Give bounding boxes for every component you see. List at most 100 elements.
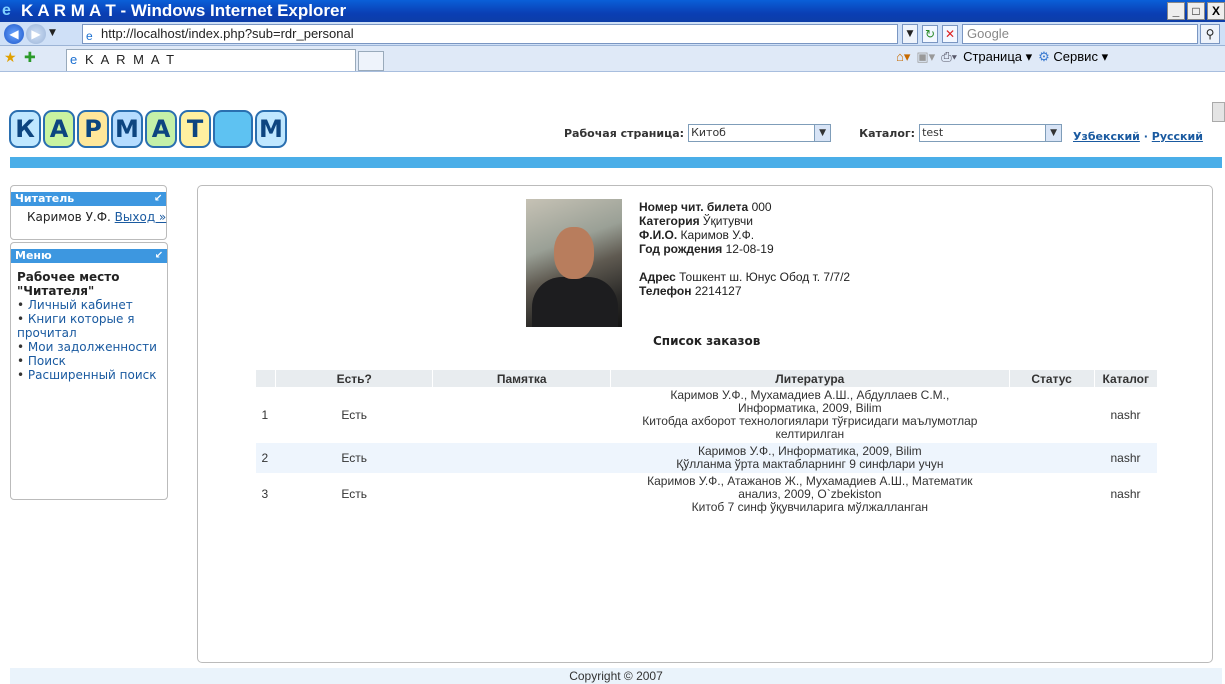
sidebar-item-label: Расширенный поиск (27, 368, 157, 382)
collapse-icon[interactable]: ↙ (154, 192, 162, 206)
cell-literature: Каримов У.Ф., Мухамадиев А.Ш., Абдуллаев… (610, 387, 1009, 443)
workplace-title-2: "Читателя" (17, 284, 95, 298)
cell-status (1009, 443, 1095, 473)
literature-line: Китоб 7 синф ўқувчиларига мўлжалланган (691, 500, 929, 514)
menu-panel-header: Меню ↙ (11, 249, 167, 263)
orders-title: Список заказов (653, 334, 761, 348)
orders-table: Есть? Памятка Литература Статус Каталог … (255, 370, 1157, 516)
menu-panel-title: Меню (15, 249, 52, 262)
collapse-icon[interactable]: ↙ (155, 249, 163, 263)
tools-menu-label: Сервис (1053, 49, 1098, 64)
cell-num: 3 (261, 487, 269, 501)
lang-separator: · (1143, 130, 1148, 143)
back-arrow-icon[interactable]: ◀ (4, 24, 24, 44)
tab-karmat[interactable]: e K A R M A T (66, 49, 356, 71)
forward-arrow-icon[interactable]: ▶ (26, 24, 46, 44)
sidebar-item-advanced-search[interactable]: • Расширенный поиск (17, 368, 167, 382)
home-icon[interactable]: ⌂▾ (896, 49, 910, 65)
photo-suit (532, 277, 618, 327)
sidebar-item-label: Мои задолженности (27, 340, 157, 354)
reader-photo (526, 199, 622, 327)
lang-uz-link[interactable]: Узбекский (1073, 130, 1140, 143)
table-row[interactable]: 2 Есть Каримов У.Ф., Информатика, 2009, … (255, 443, 1157, 473)
reader-panel: Читатель ↙ Каримов У.Ф. Выход » (10, 185, 168, 240)
work-page-select[interactable]: Китоб ▼ (688, 124, 832, 142)
search-input[interactable]: Google (962, 24, 1198, 44)
tools-menu[interactable]: ⚙ Сервис ▾ (1038, 49, 1108, 65)
table-header-row: Есть? Памятка Литература Статус Каталог (255, 370, 1157, 387)
logo-letter: М (255, 110, 287, 148)
ticket-value: 000 (751, 200, 772, 214)
sidebar-item-personal[interactable]: • Личный кабинет (17, 298, 167, 312)
col-header-num (255, 370, 276, 387)
print-icon[interactable]: ⎙▾ (941, 49, 957, 65)
sidebar-item-label: Поиск (27, 354, 66, 368)
profile-info: Номер чит. билета 000 Категория Ўқитувчи… (639, 200, 850, 298)
table-row[interactable]: 1 Есть Каримов У.Ф., Мухамадиев А.Ш., Аб… (256, 387, 1158, 443)
reader-name: Каримов У.Ф. (27, 210, 111, 224)
sidebar-item-label: Личный кабинет (27, 298, 133, 312)
tab-ie-icon: e (70, 52, 78, 67)
add-favorites-icon[interactable]: ✚ (24, 50, 36, 66)
catalog-value: test (922, 126, 944, 139)
work-page-label: Рабочая страница: (564, 126, 685, 140)
col-header-literature: Литература (609, 370, 1010, 387)
logo-letter: М (111, 110, 143, 148)
address-dropdown-icon[interactable]: ▼ (902, 24, 918, 44)
stop-icon[interactable]: ✕ (942, 25, 958, 43)
col-header-catalog: Каталог (1093, 370, 1157, 387)
col-header-memo: Памятка (432, 370, 611, 387)
cell-status (1009, 387, 1094, 443)
catalog-select[interactable]: test ▼ (919, 124, 1063, 142)
reader-panel-header: Читатель ↙ (11, 192, 167, 206)
literature-line: Қўлланма ўрта мактабларнинг 9 синфлари у… (676, 457, 944, 471)
name-label: Ф.И.О. (639, 228, 678, 242)
cell-catalog: nashr (1110, 487, 1141, 501)
language-switcher: Узбекский · Русский (1073, 130, 1203, 143)
ticket-label: Номер чит. билета (639, 200, 749, 214)
category-label: Категория (639, 214, 700, 228)
cell-num: 2 (255, 443, 276, 473)
logo-letter: А (43, 110, 75, 148)
address-input[interactable]: e http://localhost/index.php?sub=rdr_per… (82, 24, 898, 44)
header-controls: Рабочая страница: Китоб ▼ Каталог: test … (564, 124, 1063, 142)
birth-label: Год рождения (639, 242, 723, 256)
page-menu[interactable]: Страница ▾ (963, 49, 1032, 65)
phone-value: 2214127 (694, 284, 742, 298)
chevron-down-icon: ▼ (1045, 125, 1062, 141)
new-tab-button[interactable] (358, 51, 384, 71)
logout-link[interactable]: Выход » (115, 210, 167, 224)
menu-panel: Меню ↙ Рабочее место "Читателя" • Личный… (10, 242, 168, 500)
history-dropdown-icon[interactable]: ▼ (49, 28, 56, 38)
table-row[interactable]: 3 Есть Каримов У.Ф., Атажанов Ж., Мухама… (256, 473, 1158, 516)
refresh-icon[interactable]: ↻ (922, 25, 938, 43)
lang-ru-link[interactable]: Русский (1152, 130, 1203, 143)
header-bar (10, 157, 1222, 168)
favorites-star-icon[interactable]: ★ (4, 50, 17, 66)
reader-panel-title: Читатель (15, 192, 75, 205)
logo-letter: А (145, 110, 177, 148)
address-label: Адрес (639, 270, 676, 284)
sidebar-item-debts[interactable]: • Мои задолженности (17, 340, 167, 354)
col-header-available: Есть? (274, 370, 433, 387)
site-logo[interactable]: К А Р М А Т М (9, 110, 287, 148)
feeds-icon[interactable]: ▣▾ (916, 49, 935, 65)
sidebar-item-search[interactable]: • Поиск (17, 354, 167, 368)
minimize-button[interactable]: _ (1167, 2, 1185, 20)
address-value: Тошкент ш. Юнус Обод т. 7/7/2 (679, 270, 851, 284)
search-placeholder: Google (967, 26, 1009, 41)
photo-face (554, 227, 594, 279)
search-icon[interactable]: ⚲ (1200, 24, 1220, 44)
cell-available: Есть (341, 407, 368, 422)
logo-dash (213, 110, 253, 148)
cell-available: Есть (275, 443, 433, 473)
cell-literature: Каримов У.Ф., Атажанов Ж., Мухамадиев А.… (610, 473, 1009, 516)
cell-memo (433, 387, 610, 443)
sidebar-item-read-books[interactable]: • Книги которые я прочитал (17, 312, 167, 340)
ie-logo-icon: e (2, 2, 11, 19)
maximize-button[interactable]: □ (1187, 2, 1205, 20)
cell-catalog: nashr (1094, 443, 1157, 473)
close-button[interactable]: X (1207, 2, 1225, 20)
scrollbar-thumb[interactable] (1212, 102, 1225, 122)
cell-memo (433, 473, 610, 516)
